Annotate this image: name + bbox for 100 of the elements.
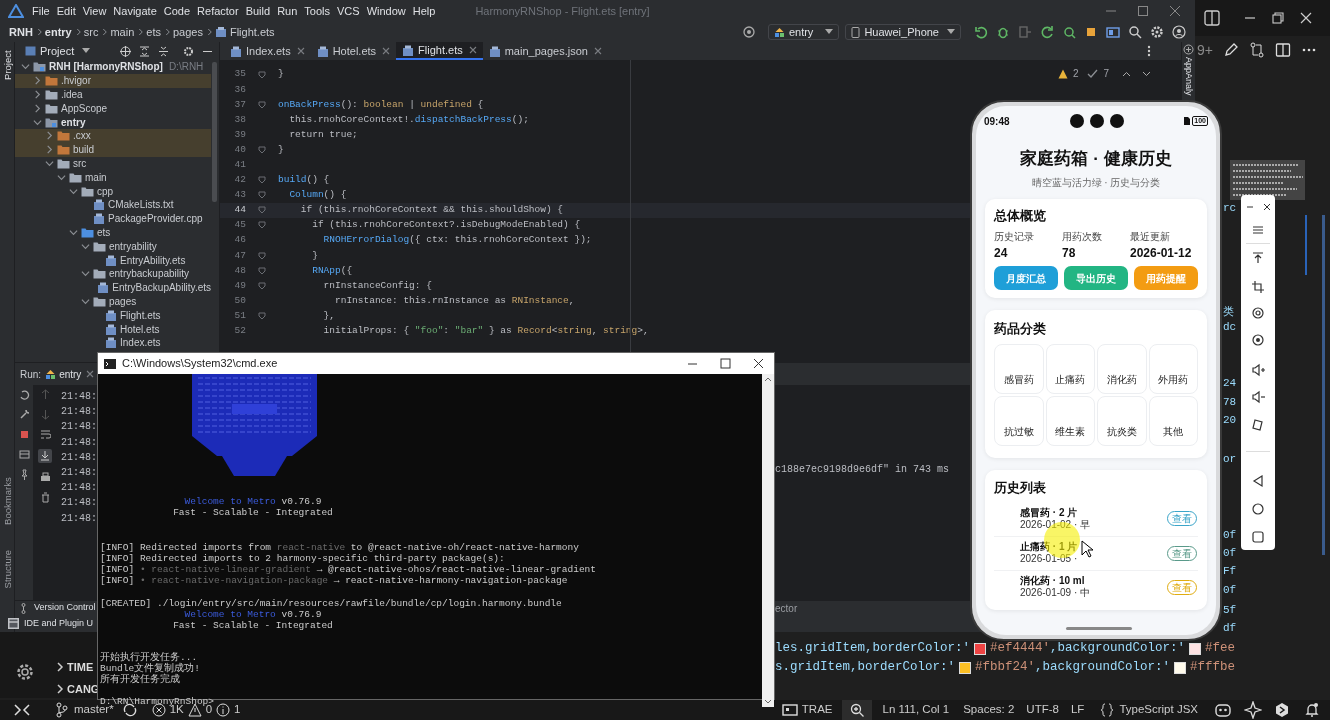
- category-tile[interactable]: 其他: [1148, 396, 1198, 446]
- menu-item[interactable]: Tools: [304, 2, 330, 20]
- editor-tab[interactable]: main_pages.json: [482, 42, 608, 60]
- collapse-all-icon[interactable]: [158, 45, 169, 57]
- app-analyzer-icon[interactable]: [1183, 44, 1194, 55]
- menu-item[interactable]: Build: [245, 2, 271, 20]
- close-icon[interactable]: [753, 358, 764, 369]
- close-icon[interactable]: [1262, 203, 1271, 211]
- tree-item[interactable]: AppScope: [15, 101, 211, 116]
- rotate-icon[interactable]: [1251, 418, 1265, 432]
- tree-item[interactable]: CMakeLists.txt: [15, 197, 211, 212]
- menu-item[interactable]: Window: [366, 2, 406, 20]
- trae-button[interactable]: TRAE: [781, 701, 833, 719]
- print-icon[interactable]: [39, 472, 51, 483]
- tree-item[interactable]: Index.ets: [15, 335, 211, 350]
- recents-icon[interactable]: [1251, 530, 1265, 544]
- split-editor-icon[interactable]: [1274, 42, 1291, 58]
- category-tile[interactable]: 外用药: [1148, 344, 1198, 394]
- tool-window-button[interactable]: Structure: [0, 549, 16, 589]
- volume-up-icon[interactable]: [1251, 363, 1265, 377]
- tree-item[interactable]: .idea: [15, 87, 211, 102]
- editor-tab[interactable]: Hotel.ets: [310, 42, 397, 60]
- bell-icon[interactable]: [1304, 702, 1320, 718]
- tool-window-button[interactable]: AppAnaly: [1183, 56, 1194, 96]
- panel-title-dropdown[interactable]: Project: [25, 42, 91, 60]
- category-tile[interactable]: 感冒药: [994, 344, 1044, 394]
- restore-icon[interactable]: [1271, 11, 1285, 25]
- tree-item[interactable]: .cxx: [15, 129, 211, 143]
- tree-item[interactable]: PackageProvider.cpp: [15, 211, 211, 226]
- tree-item[interactable]: ets: [15, 225, 211, 240]
- tree-item[interactable]: Flight.ets: [15, 308, 211, 323]
- more-icon[interactable]: [1147, 45, 1151, 57]
- pencil-icon[interactable]: [1222, 42, 1239, 58]
- language-button[interactable]: TypeScript JSX: [1100, 701, 1198, 719]
- tool-window-button[interactable]: Project: [0, 50, 16, 80]
- menu-item[interactable]: Navigate: [113, 2, 157, 20]
- run-tab[interactable]: entry: [45, 366, 95, 382]
- expand-all-icon[interactable]: [139, 45, 150, 57]
- settings-icon[interactable]: [14, 661, 36, 683]
- layout-icon[interactable]: [1203, 9, 1221, 27]
- menu-item[interactable]: Code: [163, 2, 191, 20]
- editor-tab[interactable]: Flight.ets: [396, 42, 483, 60]
- tree-item[interactable]: Hotel.ets: [15, 322, 211, 336]
- trash-icon[interactable]: [39, 492, 51, 503]
- category-tile[interactable]: 抗炎类: [1097, 396, 1147, 446]
- menu-item[interactable]: Edit: [56, 2, 76, 20]
- account-icon[interactable]: [1172, 25, 1186, 39]
- stop-icon[interactable]: [1084, 25, 1098, 39]
- settings-icon[interactable]: [183, 45, 194, 57]
- tree-item[interactable]: cpp: [15, 184, 211, 198]
- minimize-icon[interactable]: [1245, 203, 1254, 211]
- category-tile[interactable]: 维生素: [1045, 396, 1095, 446]
- tool-window-button[interactable]: Bookmarks: [0, 477, 16, 525]
- inspection-widget[interactable]: 2 7: [1057, 66, 1151, 81]
- wrench-icon[interactable]: [18, 409, 30, 420]
- maximize-icon[interactable]: [720, 358, 731, 369]
- back-icon[interactable]: [1251, 474, 1265, 488]
- breadcrumb-item[interactable]: src: [83, 23, 99, 41]
- tree-item[interactable]: .hvigor: [15, 73, 211, 88]
- module-dropdown[interactable]: entry: [767, 24, 840, 40]
- tree-item[interactable]: src: [15, 156, 211, 171]
- menu-item[interactable]: Refactor: [197, 2, 239, 20]
- tree-item[interactable]: main: [15, 170, 211, 185]
- compare-icon[interactable]: [1248, 42, 1265, 58]
- target-icon[interactable]: [741, 25, 756, 39]
- search-icon[interactable]: [1128, 25, 1142, 39]
- settings-icon[interactable]: [1150, 25, 1164, 39]
- category-tile[interactable]: 止痛药: [1045, 344, 1095, 394]
- breadcrumb-item[interactable]: main: [110, 23, 135, 41]
- maximize-icon[interactable]: [1137, 5, 1149, 17]
- status-item[interactable]: Spaces: 2: [963, 701, 1015, 719]
- status-item[interactable]: UTF-8: [1026, 701, 1059, 719]
- menu-item[interactable]: View: [82, 2, 107, 20]
- device-manager-icon[interactable]: [1106, 25, 1120, 39]
- menu-item[interactable]: VCS: [337, 2, 360, 20]
- volume-down-icon[interactable]: [1251, 390, 1265, 404]
- layout-icon[interactable]: [18, 449, 30, 460]
- up-icon[interactable]: [764, 376, 772, 382]
- pin-top-icon[interactable]: [1251, 251, 1265, 265]
- cube-icon[interactable]: [1274, 702, 1290, 718]
- tree-item[interactable]: EntryAbility.ets: [15, 253, 211, 267]
- rerun-icon[interactable]: [974, 25, 988, 39]
- tree-item[interactable]: entrybackupability: [15, 266, 211, 281]
- profile-icon[interactable]: [1062, 25, 1076, 39]
- rerun-icon[interactable]: [18, 389, 30, 400]
- breadcrumb-item[interactable]: RNH: [9, 23, 33, 41]
- zoom-button[interactable]: [842, 700, 873, 720]
- device-dropdown[interactable]: Huawei_Phone: [845, 24, 961, 40]
- tool-window-button[interactable]: Version Control: [21, 601, 96, 615]
- menu-item[interactable]: File: [32, 2, 50, 20]
- breadcrumb-item[interactable]: entry: [44, 23, 72, 41]
- stop-icon[interactable]: [18, 429, 30, 440]
- tree-item[interactable]: RNH [HarmonyRNShop] D:\RNH: [15, 60, 211, 74]
- target-icon[interactable]: [1251, 306, 1265, 320]
- notification-item[interactable]: IDE and Plugin U: [8, 616, 94, 631]
- section-header[interactable]: TIME: [56, 659, 94, 676]
- locate-icon[interactable]: [120, 45, 131, 57]
- at-icon[interactable]: [1251, 333, 1265, 347]
- down-icon[interactable]: [764, 698, 772, 705]
- tree-item[interactable]: pages: [15, 294, 211, 309]
